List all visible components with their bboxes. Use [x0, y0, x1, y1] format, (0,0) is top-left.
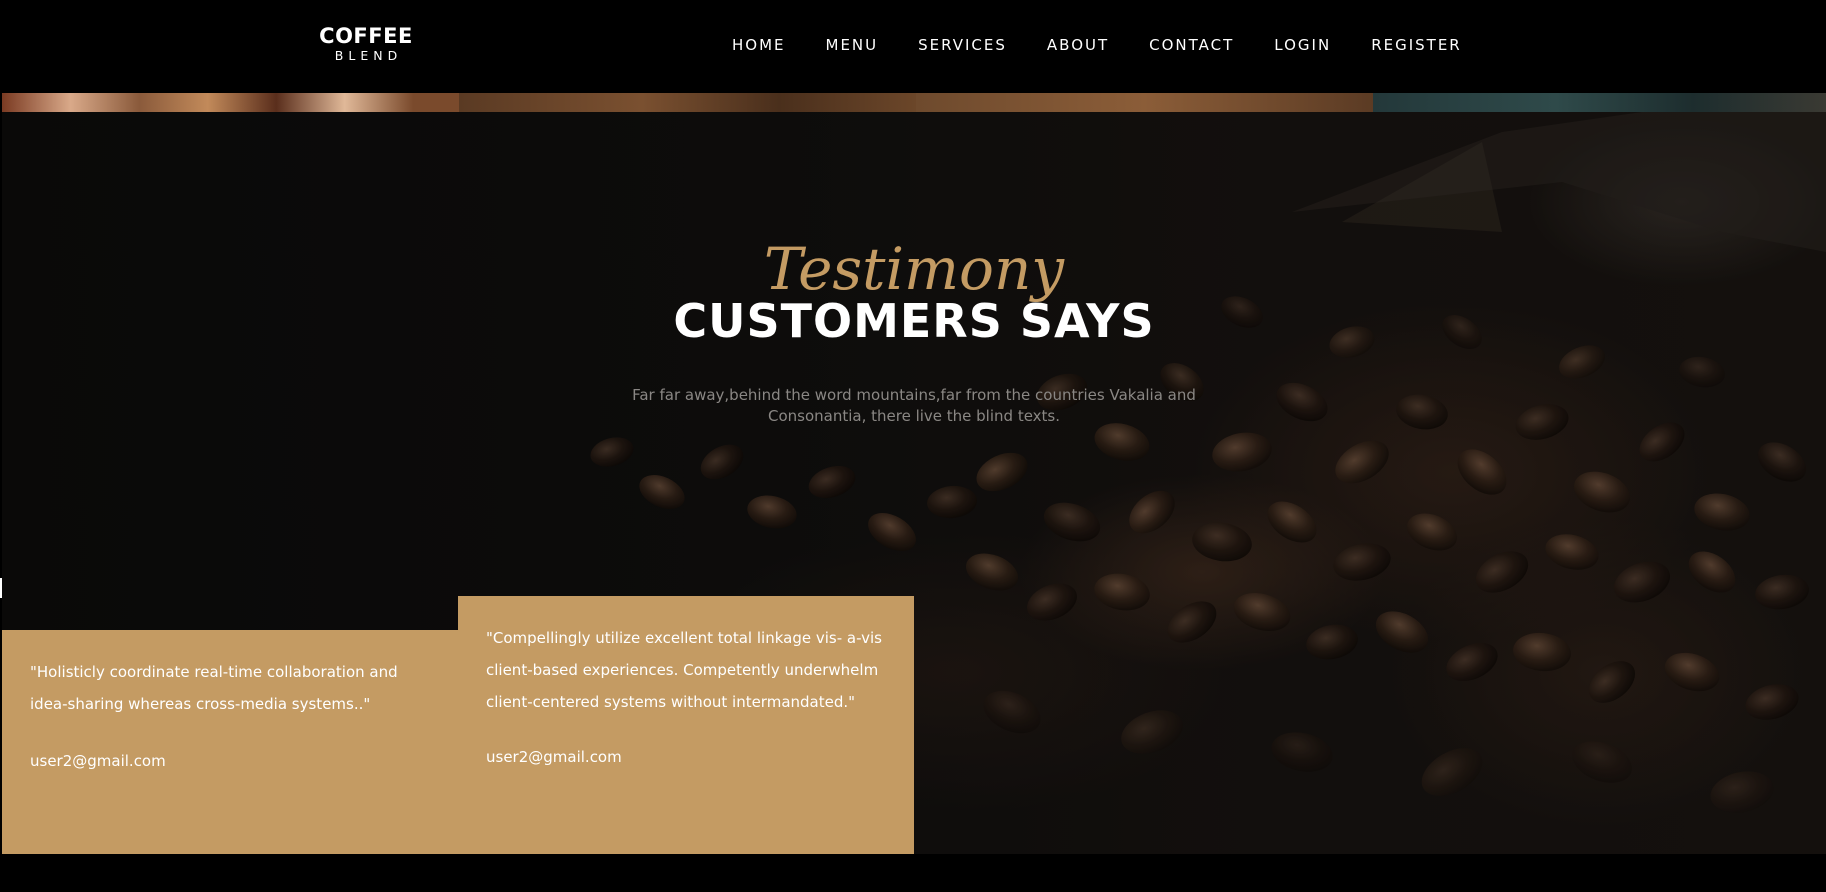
brand-logo[interactable]: COFFEE BLEND	[318, 26, 414, 63]
gallery-strip	[2, 93, 1826, 112]
nav-item-about[interactable]: ABOUT	[1027, 36, 1129, 54]
edge-marker	[0, 578, 2, 598]
testimonial-quote: "Compellingly utilize excellent total li…	[486, 629, 882, 711]
testimonial-author: user2@gmail.com	[30, 752, 166, 770]
testimonial-card: "Holisticly coordinate real-time collabo…	[2, 630, 458, 854]
testimonial-author: user2@gmail.com	[486, 748, 622, 766]
nav-item-register[interactable]: REGISTER	[1351, 36, 1482, 54]
nav-item-contact[interactable]: CONTACT	[1129, 36, 1254, 54]
testimonial-quote: "Holisticly coordinate real-time collabo…	[30, 663, 398, 713]
page: COFFEE BLEND HOME MENU SERVICES ABOUT CO…	[0, 0, 1826, 892]
nav-item-home[interactable]: HOME	[712, 36, 806, 54]
navbar: COFFEE BLEND HOME MENU SERVICES ABOUT CO…	[0, 0, 1826, 92]
section-heading: CUSTOMERS SAYS	[673, 294, 1155, 348]
brand-tagline: BLEND	[334, 48, 403, 63]
gallery-image[interactable]	[459, 93, 916, 112]
nav-item-services[interactable]: SERVICES	[898, 36, 1027, 54]
brand-name: COFFEE	[319, 24, 413, 48]
gallery-image[interactable]	[1373, 93, 1826, 112]
main-nav: HOME MENU SERVICES ABOUT CONTACT LOGIN R…	[712, 36, 1482, 54]
nav-item-login[interactable]: LOGIN	[1254, 36, 1351, 54]
gallery-image[interactable]	[916, 93, 1373, 112]
section-subheading: Testimony	[763, 235, 1065, 303]
gallery-image[interactable]	[2, 93, 459, 112]
testimony-section: Testimony CUSTOMERS SAYS Far far away,be…	[2, 112, 1826, 854]
testimonial-card: "Compellingly utilize excellent total li…	[458, 596, 914, 854]
nav-item-menu[interactable]: MENU	[806, 36, 899, 54]
section-lead-text: Far far away,behind the word mountains,f…	[632, 386, 1196, 425]
